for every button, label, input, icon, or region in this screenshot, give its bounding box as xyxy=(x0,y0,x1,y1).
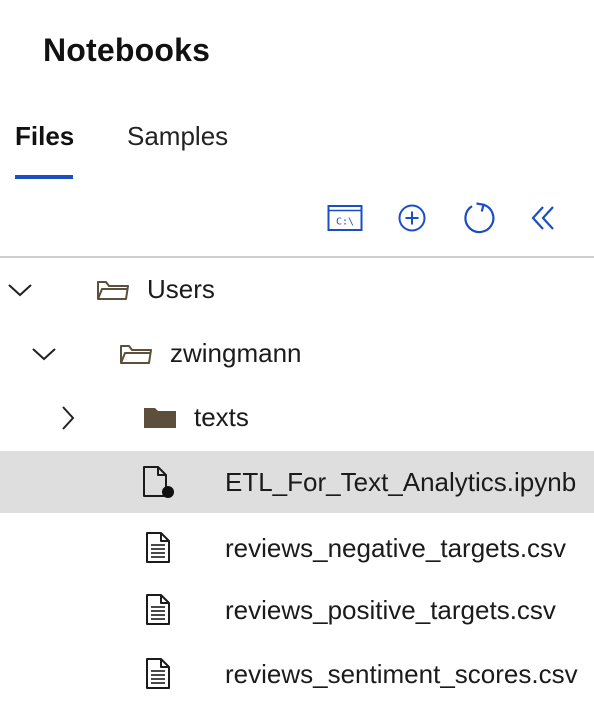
tree-item-reviews-positive[interactable]: reviews_positive_targets.csv xyxy=(0,579,594,641)
tab-samples[interactable]: Samples xyxy=(127,121,228,152)
chevron-down-icon[interactable] xyxy=(30,340,58,368)
tree-item-label: reviews_negative_targets.csv xyxy=(225,533,567,563)
create-new-button[interactable] xyxy=(392,198,432,238)
active-tab-indicator xyxy=(15,175,73,179)
tree-item-reviews-sentiment[interactable]: reviews_sentiment_scores.csv xyxy=(0,643,594,705)
text-file-icon xyxy=(142,531,174,565)
tree-item-zwingmann[interactable]: zwingmann xyxy=(0,322,594,384)
chevron-down-icon[interactable] xyxy=(6,276,34,304)
tree-item-label: texts xyxy=(194,402,249,432)
tree-item-label: zwingmann xyxy=(170,338,302,368)
text-file-icon xyxy=(142,657,174,691)
tree-item-users[interactable]: Users xyxy=(0,258,594,320)
folder-open-icon xyxy=(95,275,131,303)
chevron-right-icon[interactable] xyxy=(56,404,80,432)
refresh-icon xyxy=(464,202,495,234)
tree-item-etl-notebook[interactable]: ETL_For_Text_Analytics.ipynb xyxy=(0,451,594,513)
terminal-button[interactable]: C:\ xyxy=(325,198,365,238)
collapse-panel-button[interactable] xyxy=(524,198,564,238)
plus-circle-icon xyxy=(398,204,426,232)
terminal-glyph: C:\ xyxy=(336,217,354,228)
tab-files[interactable]: Files xyxy=(15,121,74,152)
folder-open-icon xyxy=(118,339,154,367)
tab-bar: Files Samples xyxy=(0,116,594,182)
panel-title: Notebooks xyxy=(43,32,211,68)
tree-item-label: ETL_For_Text_Analytics.ipynb xyxy=(225,467,577,497)
tree-item-reviews-negative[interactable]: reviews_negative_targets.csv xyxy=(0,517,594,579)
tree-item-label: reviews_sentiment_scores.csv xyxy=(225,659,578,689)
terminal-icon: C:\ xyxy=(327,205,363,231)
tree-item-texts[interactable]: texts xyxy=(0,386,594,448)
toolbar: C:\ xyxy=(0,198,594,238)
notebook-file-icon xyxy=(140,465,178,499)
text-file-icon xyxy=(142,593,174,627)
tree-item-label: Users xyxy=(147,274,215,304)
double-chevron-left-icon xyxy=(531,206,554,230)
tree-item-label: reviews_positive_targets.csv xyxy=(225,595,556,625)
folder-closed-icon xyxy=(142,404,178,430)
refresh-button[interactable] xyxy=(459,198,499,238)
notebooks-panel: Notebooks Files Samples C:\ Users zwingm… xyxy=(0,0,594,712)
